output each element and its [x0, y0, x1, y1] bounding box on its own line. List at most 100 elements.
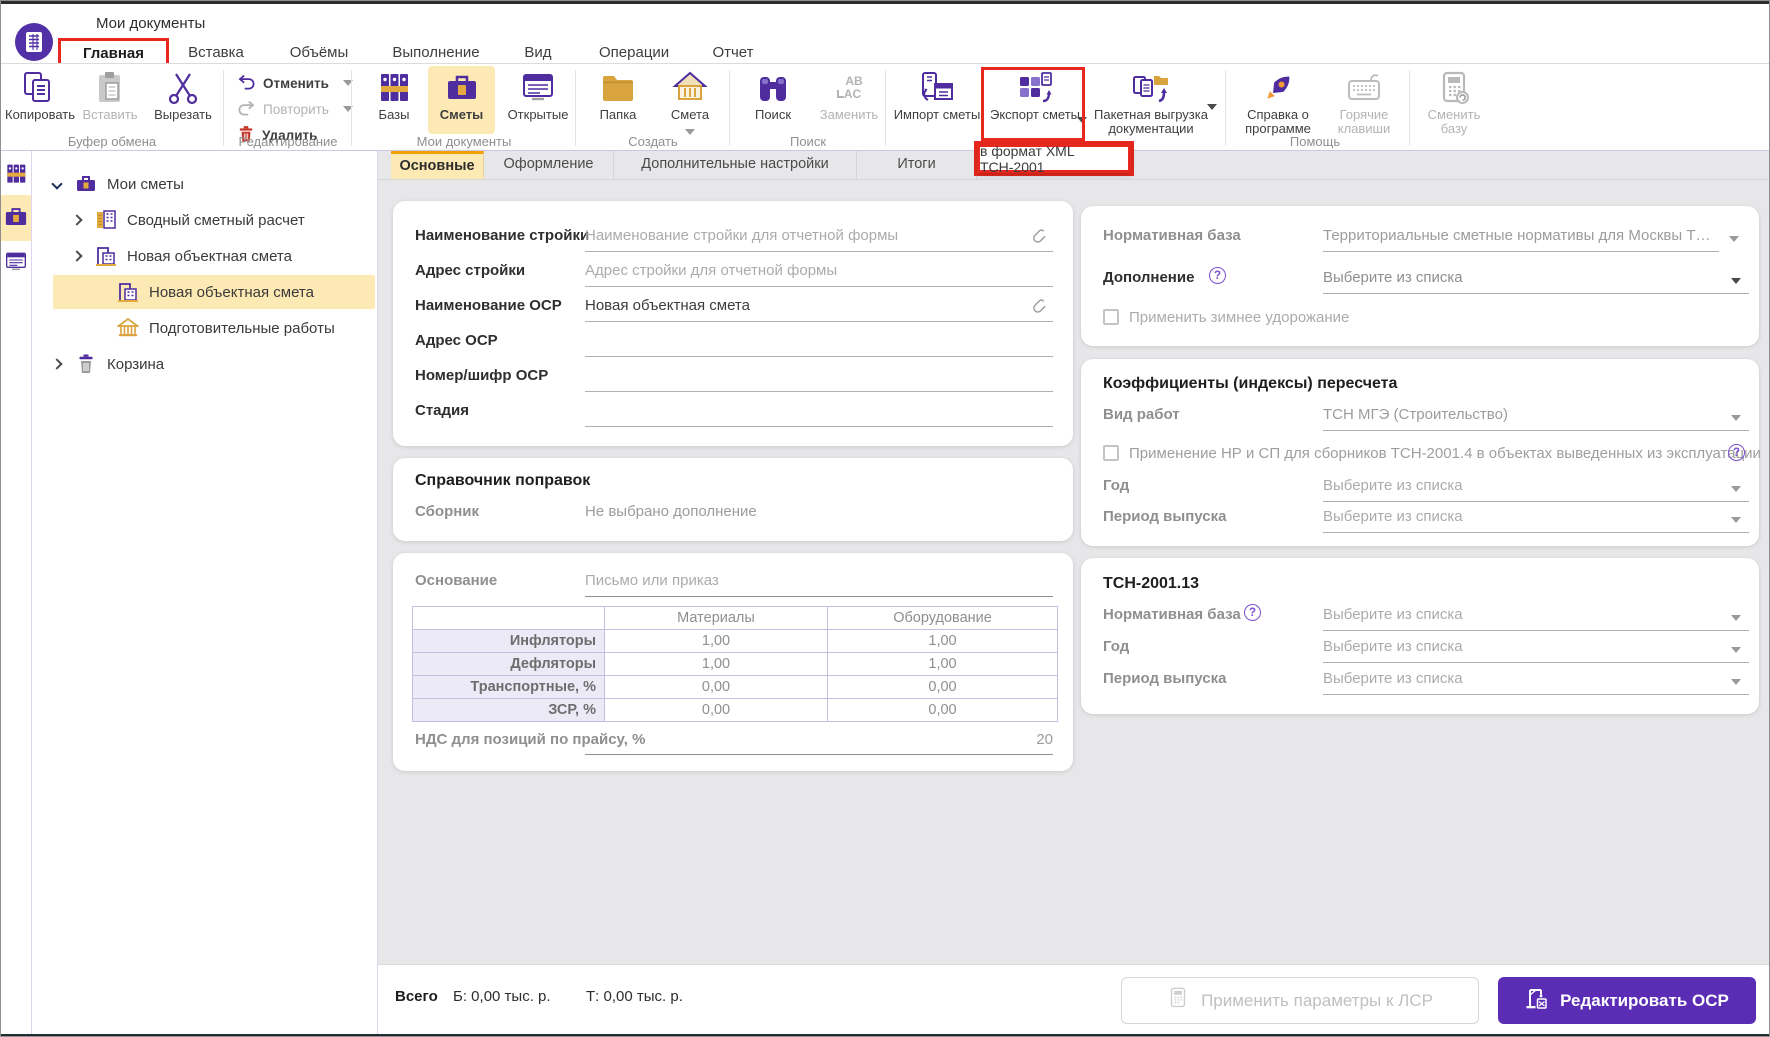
tab-additional-settings[interactable]: Дополнительные настройки	[614, 151, 857, 179]
ribbon-separator	[729, 70, 730, 146]
tab-main[interactable]: Основные	[391, 151, 484, 179]
briefcase-icon	[428, 68, 495, 108]
checkbox-label: Применить зимнее удорожание	[1129, 309, 1349, 326]
ribbon-separator	[575, 70, 576, 146]
chevron-down-icon[interactable]	[1731, 278, 1741, 284]
normative-base-select[interactable]: Территориальные сметные нормативы для Мо…	[1323, 227, 1711, 244]
crane-icon	[1525, 986, 1549, 1015]
construction-address-input[interactable]: Адрес стройки для отчетной формы	[585, 262, 837, 279]
issue-period-select[interactable]: Выберите из списка	[1323, 508, 1463, 525]
column-equipment: Оборудование	[828, 607, 1058, 630]
tree-item-object-estimate-1[interactable]: Новая объектная смета	[32, 239, 378, 273]
strip-estimates-icon[interactable]	[3, 203, 29, 231]
inflators-materials-cell[interactable]: 1,00	[605, 630, 828, 653]
paperclip-icon[interactable]	[1031, 297, 1048, 319]
group-caption-help: Помощь	[1225, 134, 1405, 149]
chevron-down-icon[interactable]	[51, 178, 62, 189]
tab-design[interactable]: Оформление	[484, 151, 614, 179]
import-estimate-button[interactable]: Импорт сметы	[889, 68, 985, 132]
tab-totals[interactable]: Итоги	[857, 151, 977, 179]
supplement-select[interactable]: Выберите из списка	[1323, 269, 1463, 286]
new-estimate-button[interactable]: Смета	[657, 68, 723, 132]
help-icon[interactable]: ?	[1209, 267, 1226, 284]
opened-button[interactable]: Открытые	[505, 68, 571, 132]
tree-item-recycle-bin[interactable]: Корзина	[32, 347, 378, 381]
chevron-down-icon[interactable]	[1731, 647, 1741, 653]
batch-upload-button[interactable]: Пакетная выгрузка документации	[1083, 68, 1219, 132]
tsn13-period-select[interactable]: Выберите из списка	[1323, 670, 1463, 687]
deflators-equipment-cell[interactable]: 1,00	[828, 653, 1058, 676]
estimates-button[interactable]: Сметы	[428, 66, 495, 134]
chevron-down-icon[interactable]	[1207, 104, 1217, 110]
change-base-button[interactable]: Сменить базу	[1417, 68, 1491, 132]
tree-item-my-estimates[interactable]: Мои сметы	[32, 167, 378, 201]
redo-icon	[237, 98, 256, 120]
field-label: Номер/шифр ОСР	[415, 367, 548, 384]
osr-number-input[interactable]	[585, 391, 1053, 392]
table-row: Инфляторы 1,00 1,00	[413, 630, 1058, 653]
edit-osr-button[interactable]: Редактировать ОСР	[1498, 977, 1756, 1024]
help-icon[interactable]: ?	[1244, 604, 1261, 621]
tree-item-preparatory-works[interactable]: Подготовительные работы	[32, 311, 378, 345]
menu-tab-glavnaya[interactable]: Главная	[58, 38, 169, 66]
paperclip-icon[interactable]	[1031, 227, 1048, 249]
transport-equipment-cell[interactable]: 0,00	[828, 676, 1058, 699]
help-icon[interactable]: ?	[1728, 444, 1745, 461]
osr-address-input[interactable]	[585, 356, 1053, 357]
chevron-down-icon[interactable]	[1731, 415, 1741, 421]
collection-value[interactable]: Не выбрано дополнение	[585, 503, 757, 520]
chevron-down-icon[interactable]	[1729, 236, 1739, 242]
osr-name-input[interactable]: Новая объектная смета	[585, 297, 750, 314]
tsn13-year-select[interactable]: Выберите из списка	[1323, 638, 1463, 655]
corrections-card: Справочник поправок Сборник Не выбрано д…	[393, 458, 1073, 541]
chevron-right-icon[interactable]	[51, 358, 62, 369]
apply-params-button[interactable]: Применить параметры к ЛСР	[1121, 977, 1479, 1024]
bases-button[interactable]: Базы	[362, 68, 426, 132]
strip-bases-icon[interactable]	[3, 161, 29, 187]
title-bar: Мои документы Главная Вставка Объёмы Вып…	[1, 4, 1769, 63]
table-row: Дефляторы 1,00 1,00	[413, 653, 1058, 676]
tree-item-object-estimate-2-selected[interactable]: Новая объектная смета	[53, 275, 375, 309]
nr-sp-checkbox[interactable]	[1103, 445, 1119, 461]
replace-button[interactable]: AB AC Заменить	[816, 68, 882, 132]
deflators-materials-cell[interactable]: 1,00	[605, 653, 828, 676]
strip-opened-icon[interactable]	[3, 249, 29, 275]
chevron-down-icon[interactable]	[1731, 679, 1741, 685]
import-icon	[889, 68, 985, 108]
table-row: ЗСР, % 0,00 0,00	[413, 699, 1058, 722]
group-caption-editing: Редактирование	[225, 134, 351, 149]
search-button[interactable]: Поиск	[741, 68, 805, 132]
paste-button[interactable]: Вставить	[77, 68, 143, 132]
folder-icon	[585, 68, 651, 108]
ribbon-separator	[351, 70, 352, 146]
chevron-down-icon[interactable]	[1731, 615, 1741, 621]
inflators-equipment-cell[interactable]: 1,00	[828, 630, 1058, 653]
zsr-materials-cell[interactable]: 0,00	[605, 699, 828, 722]
help-about-button[interactable]: Справка о программе	[1233, 68, 1323, 132]
chevron-down-icon[interactable]	[1731, 517, 1741, 523]
work-type-select[interactable]: ТСН МГЭ (Строительство)	[1323, 406, 1508, 423]
export-tooltip: в формат XML ТСН-2001	[977, 144, 1131, 173]
tree-item-summary-calc[interactable]: Сводный сметный расчет	[32, 203, 378, 237]
year-select[interactable]: Выберите из списка	[1323, 477, 1463, 494]
hotkeys-button[interactable]: Горячие клавиши	[1327, 68, 1401, 132]
new-folder-button[interactable]: Папка	[585, 68, 651, 132]
card-title: ТСН-2001.13	[1103, 575, 1199, 593]
stage-input[interactable]	[585, 426, 1053, 427]
transport-materials-cell[interactable]: 0,00	[605, 676, 828, 699]
undo-button[interactable]: Отменить	[237, 72, 353, 94]
tsn13-base-select[interactable]: Выберите из списка	[1323, 606, 1463, 623]
vat-input[interactable]: 20	[585, 731, 1053, 748]
basis-input[interactable]: Письмо или приказ	[585, 572, 719, 589]
redo-button[interactable]: Повторить	[237, 98, 353, 120]
chevron-right-icon[interactable]	[71, 250, 82, 261]
chevron-right-icon[interactable]	[71, 214, 82, 225]
cut-button[interactable]: Вырезать	[150, 68, 216, 132]
copy-button[interactable]: Копировать	[5, 68, 71, 132]
construction-name-input[interactable]: Наименование стройки для отчетной формы	[585, 227, 898, 244]
batch-upload-icon	[1083, 68, 1219, 108]
winter-markup-checkbox[interactable]	[1103, 309, 1119, 325]
zsr-equipment-cell[interactable]: 0,00	[828, 699, 1058, 722]
chevron-down-icon[interactable]	[1731, 486, 1741, 492]
field-label: Наименование ОСР	[415, 297, 562, 314]
